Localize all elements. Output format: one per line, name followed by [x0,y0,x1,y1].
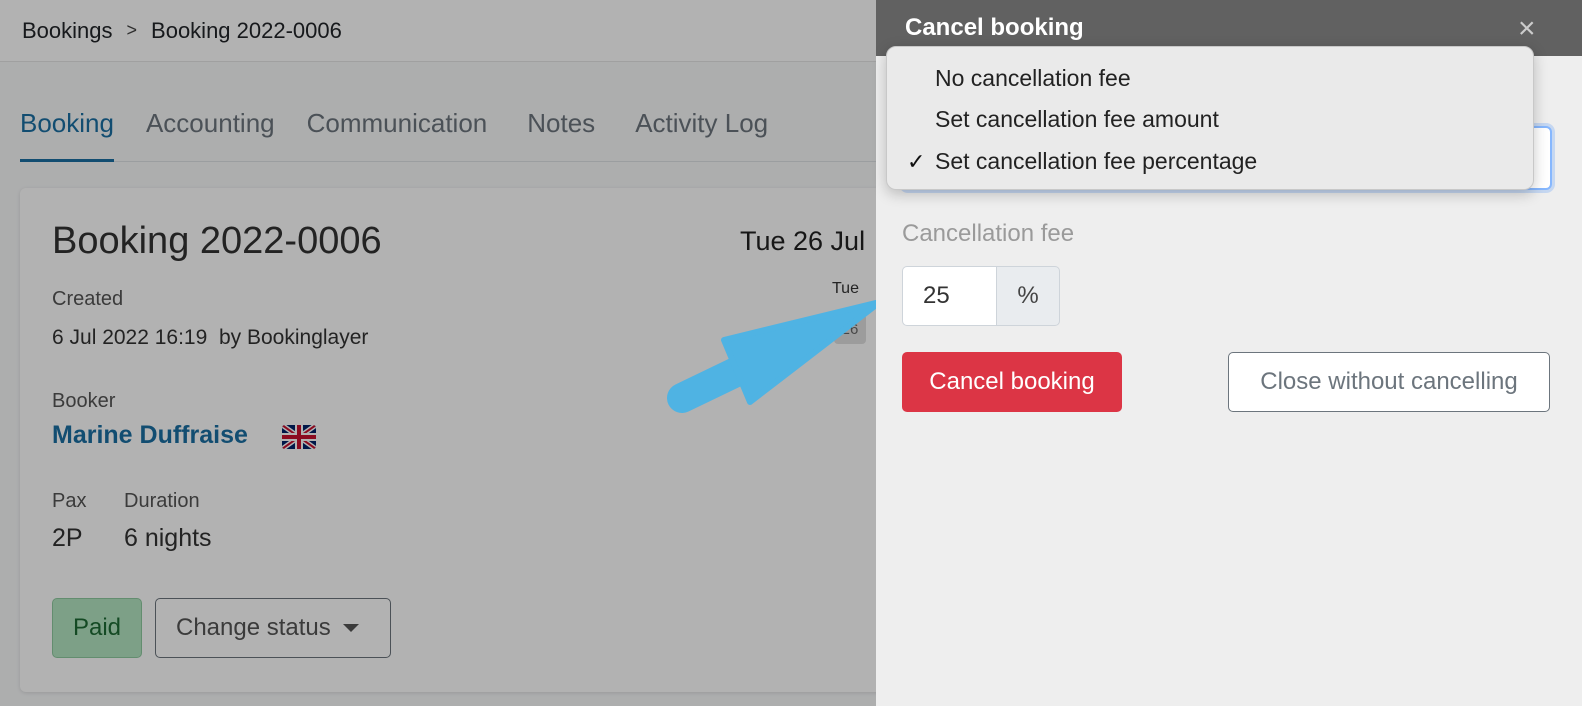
panel-title: Cancel booking [905,14,1084,41]
close-icon[interactable]: × [1518,14,1536,44]
close-without-cancelling-button[interactable]: Close without cancelling [1228,352,1550,412]
checkmark-icon: ✓ [907,149,926,174]
fee-input-group: 25 % [902,266,1060,326]
option-set-fee-amount[interactable]: Set cancellation fee amount [935,106,1219,133]
cancellation-fee-label: Cancellation fee [902,220,1075,247]
option-set-fee-percentage[interactable]: Set cancellation fee percentage [935,148,1257,175]
modal-backdrop[interactable] [0,0,876,706]
percent-unit-addon: % [996,266,1060,326]
cancel-booking-button[interactable]: Cancel booking [902,352,1122,412]
option-no-cancellation-fee[interactable]: No cancellation fee [935,65,1131,92]
cancellation-fee-input[interactable]: 25 [902,266,996,326]
cancel-booking-panel: Cancel booking × No cancellation fee Set… [876,0,1582,706]
fee-type-dropdown-menu: No cancellation fee Set cancellation fee… [886,46,1534,190]
